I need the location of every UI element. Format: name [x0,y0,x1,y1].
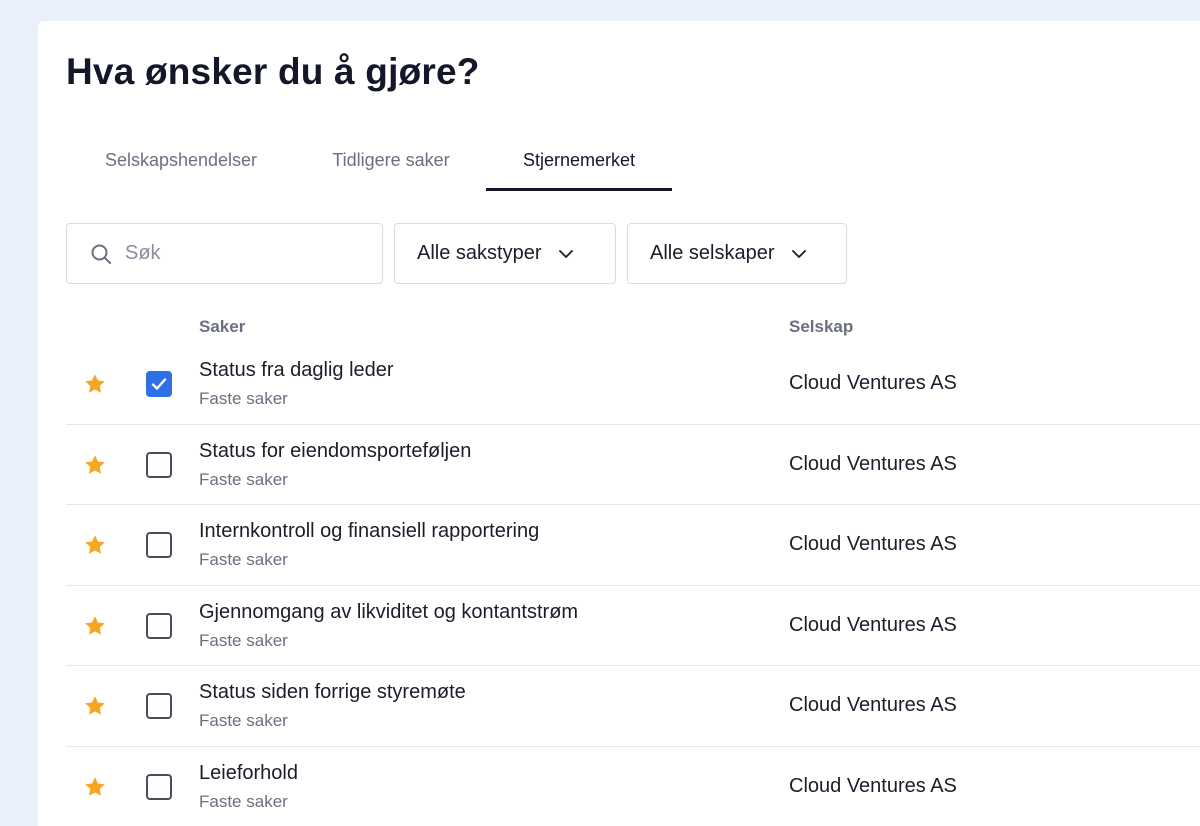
tab-stjernemerket[interactable]: Stjernemerket [486,129,672,191]
case-category: Faste saker [199,469,288,489]
case-category: Faste saker [199,550,288,569]
page-title: Hva ønsker du å gjøre? [66,51,480,92]
search-input[interactable] [125,242,365,265]
column-header-cases: Saker [199,317,246,336]
star-icon[interactable] [83,453,107,477]
company-name: Cloud Ventures AS [789,452,957,475]
row-checkbox[interactable] [146,532,172,558]
column-header-company: Selskap [789,317,854,336]
row-checkbox[interactable] [146,451,172,478]
star-icon[interactable] [83,614,107,638]
star-icon[interactable] [83,372,107,396]
case-title[interactable]: Status fra daglig leder [199,359,394,382]
row-checkbox[interactable] [146,773,172,800]
company-name: Cloud Ventures AS [789,774,957,797]
row-checkbox[interactable] [146,693,172,719]
star-icon[interactable] [83,775,107,799]
chevron-down-icon [558,249,573,258]
row-checkbox[interactable] [146,371,172,397]
tab-selskapshendelser[interactable]: Selskapshendelser [66,129,296,191]
table-row[interactable]: Status fra daglig leder Faste saker Cloud … [66,344,1200,425]
case-title[interactable]: Status siden forrige styremøte [199,681,466,704]
company-name: Cloud Ventures AS [789,694,957,716]
case-category: Faste saker [199,711,288,730]
main-panel: Hva ønsker du å gjøre? Selskapshendelser… [38,21,1200,826]
filter-bar: Alle sakstyper Alle selskaper [66,223,847,284]
star-icon[interactable] [83,694,107,718]
case-type-select[interactable]: Alle sakstyper [394,223,616,284]
company-name: Cloud Ventures AS [789,372,957,394]
table-row[interactable]: Status siden forrige styremøte Faste sake… [66,666,1200,747]
chevron-down-icon [791,249,806,258]
star-icon[interactable] [83,533,107,557]
company-name: Cloud Ventures AS [789,613,957,636]
company-select-label: Alle selskaper [650,242,775,264]
table-row[interactable]: Gjennomgang av likviditet og kontantstrø… [66,586,1200,666]
case-category: Faste saker [199,630,288,650]
case-category: Faste saker [199,389,288,408]
table-row[interactable]: Leieforhold Faste saker Cloud Ventures AS [66,747,1200,826]
case-title[interactable]: Gjennomgang av likviditet og kontantstrø… [199,601,578,624]
case-title[interactable]: Status for eiendomsporteføljen [199,440,471,463]
case-title[interactable]: Internkontroll og finansiell rapporterin… [199,520,539,543]
case-list: Status fra daglig leder Faste saker Cloud … [66,344,1200,826]
tab-bar: Selskapshendelser Tidligere saker Stjern… [66,129,672,191]
row-checkbox[interactable] [146,612,172,639]
table-row[interactable]: Status for eiendomsporteføljen Faste sake… [66,425,1200,505]
case-category: Faste saker [199,791,288,811]
search-icon [91,244,111,264]
search-box[interactable] [66,223,383,284]
case-type-select-label: Alle sakstyper [417,242,542,264]
table-row[interactable]: Internkontroll og finansiell rapporterin… [66,505,1200,586]
company-select[interactable]: Alle selskaper [627,223,847,284]
company-name: Cloud Ventures AS [789,533,957,555]
tab-tidligere-saker[interactable]: Tidligere saker [296,129,486,191]
case-title[interactable]: Leieforhold [199,762,298,785]
